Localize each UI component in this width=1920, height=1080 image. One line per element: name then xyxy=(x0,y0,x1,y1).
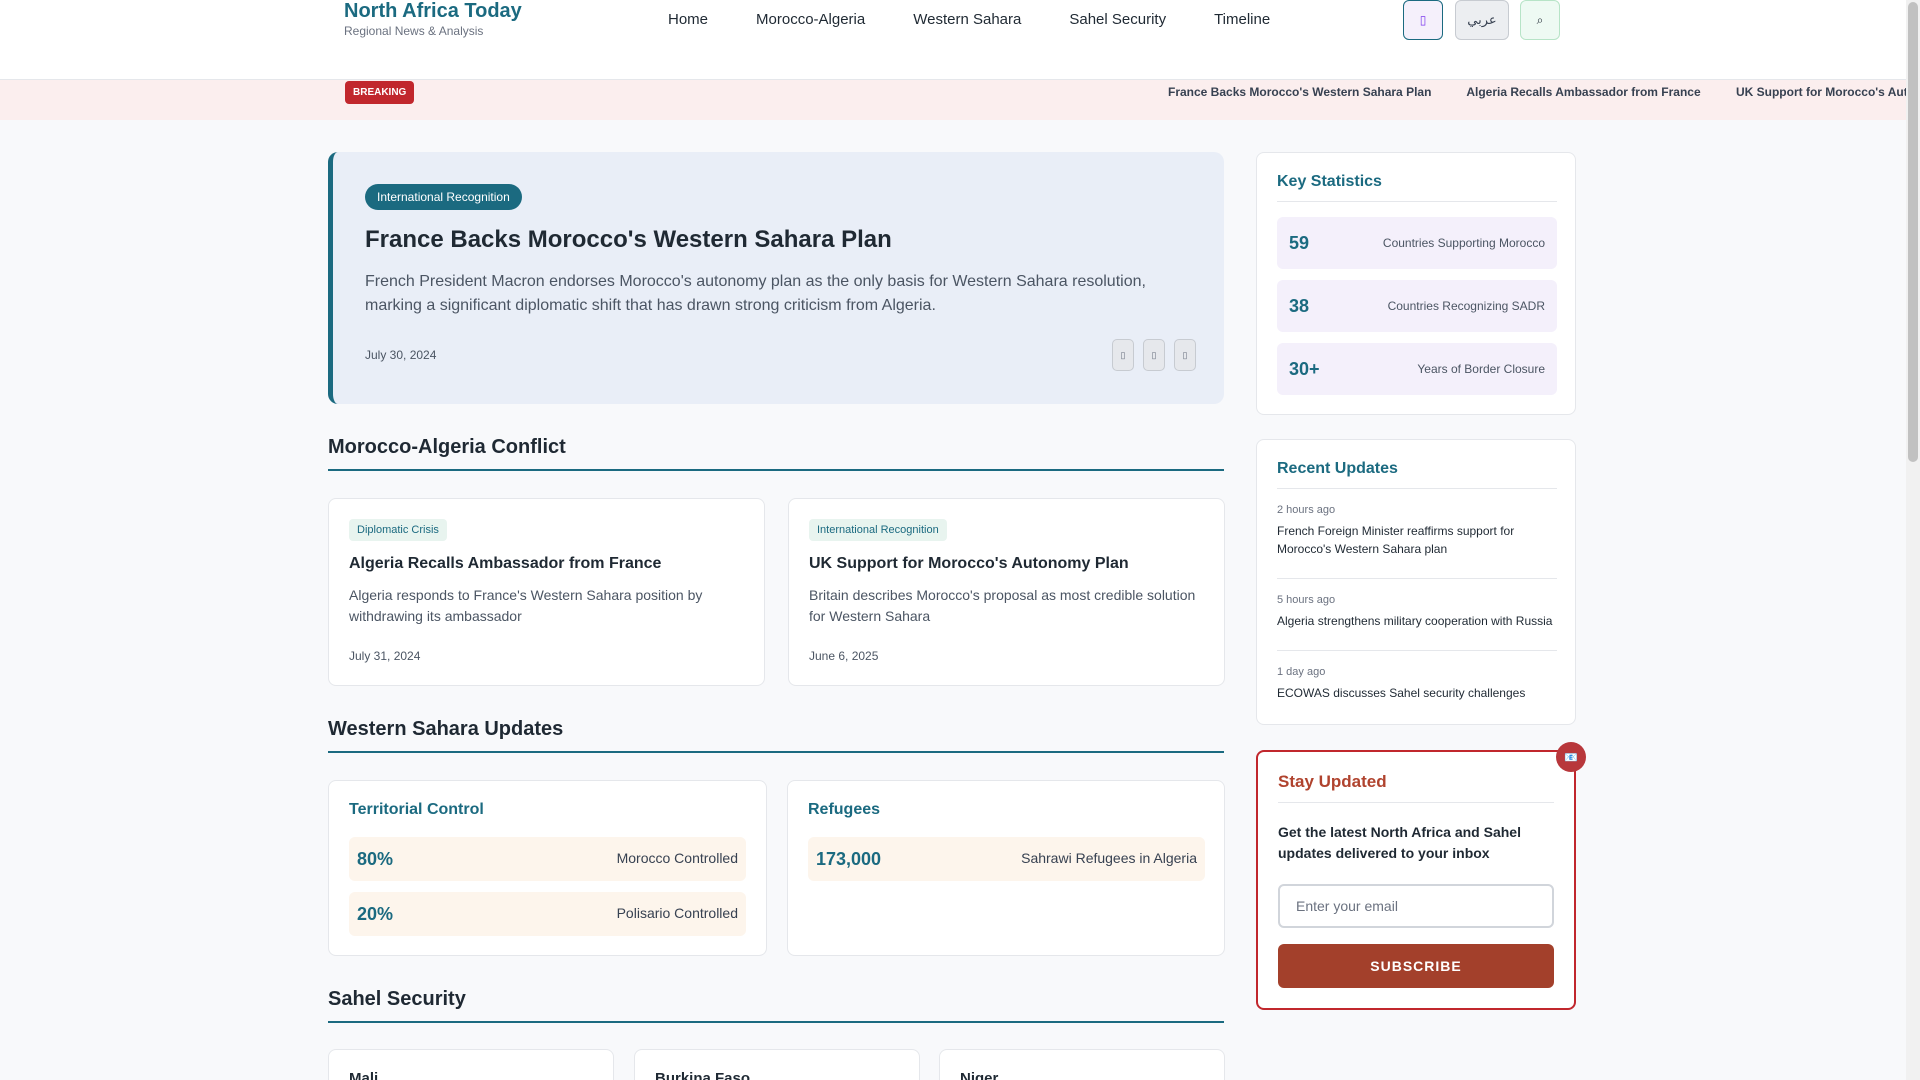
refugees-card: Refugees 173,000 Sahrawi Refugees in Alg… xyxy=(787,780,1225,956)
article-description: Britain describes Morocco's proposal as … xyxy=(809,587,1196,624)
recent-updates-card: Recent Updates 2 hours ago French Foreig… xyxy=(1256,439,1576,725)
stat-value: 20% xyxy=(357,904,394,924)
update-item[interactable]: 1 day ago ECOWAS discusses Sahel securit… xyxy=(1277,666,1557,702)
country-title: Burkina Faso xyxy=(655,1070,751,1080)
stat-label: Countries Supporting Morocco xyxy=(1382,236,1545,250)
ticker-item[interactable]: Algeria Recalls Ambassador from France xyxy=(1466,85,1700,99)
territorial-control-title: Territorial Control xyxy=(349,801,484,818)
stat-row: 173,000 Sahrawi Refugees in Algeria xyxy=(808,837,1205,881)
article-title[interactable]: UK Support for Morocco's Autonomy Plan xyxy=(809,555,1129,573)
update-item[interactable]: 2 hours ago French Foreign Minister reaf… xyxy=(1277,504,1557,579)
twitter-icon: ▯ xyxy=(1151,349,1157,360)
ticker-item[interactable]: UK Support for Morocco's Autonomy Plan xyxy=(1736,85,1906,99)
update-text[interactable]: French Foreign Minister reaffirms suppor… xyxy=(1277,522,1557,558)
site-title[interactable]: North Africa Today xyxy=(344,0,522,22)
stat-label: Countries Recognizing SADR xyxy=(1387,299,1545,313)
key-statistics-card: Key Statistics 59 Countries Supporting M… xyxy=(1256,152,1576,415)
ticker-item[interactable]: France Backs Morocco's Western Sahara Pl… xyxy=(1168,85,1431,99)
stat-row: 20% Polisario Controlled xyxy=(349,892,746,936)
key-statistics-title: Key Statistics xyxy=(1277,173,1557,202)
key-stat: 30+ Years of Border Closure xyxy=(1277,343,1557,395)
site-header: North Africa Today Regional News & Analy… xyxy=(0,0,1906,80)
article-date: June 6, 2025 xyxy=(809,649,879,663)
newsletter-card: 📧 Stay Updated Get the latest North Afri… xyxy=(1256,742,1586,1010)
featured-date: July 30, 2024 xyxy=(365,348,437,362)
site-tagline: Regional News & Analysis xyxy=(344,24,484,38)
update-time: 2 hours ago xyxy=(1277,504,1336,516)
facebook-icon: ▯ xyxy=(1120,349,1126,360)
update-time: 5 hours ago xyxy=(1277,594,1336,606)
country-card-niger[interactable]: Niger xyxy=(939,1049,1225,1080)
featured-title[interactable]: France Backs Morocco's Western Sahara Pl… xyxy=(365,226,892,254)
update-text[interactable]: ECOWAS discusses Sahel security challeng… xyxy=(1277,684,1557,702)
country-card-mali[interactable]: Mali xyxy=(328,1049,614,1080)
section-title-sahel: Sahel Security xyxy=(328,988,1224,1023)
search-button[interactable]: ⌕ xyxy=(1520,0,1560,40)
country-title: Niger xyxy=(960,1070,999,1080)
country-card-burkina-faso[interactable]: Burkina Faso xyxy=(634,1049,920,1080)
breaking-news-bar: BREAKING France Backs Morocco's Western … xyxy=(0,80,1906,120)
newsletter-description: Get the latest North Africa and Sahel up… xyxy=(1278,824,1521,861)
stat-label: Sahrawi Refugees in Algeria xyxy=(1021,850,1197,866)
territorial-control-card: Territorial Control 80% Morocco Controll… xyxy=(328,780,767,956)
theme-icon: ▯ xyxy=(1419,13,1427,27)
share-facebook-button[interactable]: ▯ xyxy=(1112,339,1134,371)
stat-value: 59 xyxy=(1289,233,1310,253)
language-toggle-button[interactable]: عربي xyxy=(1455,0,1509,40)
stat-label: Morocco Controlled xyxy=(616,850,738,866)
search-icon: ⌕ xyxy=(1536,12,1544,27)
update-item[interactable]: 5 hours ago Algeria strengthens military… xyxy=(1277,594,1557,651)
nav-western-sahara[interactable]: Western Sahara xyxy=(913,12,1021,28)
stat-row: 80% Morocco Controlled xyxy=(349,837,746,881)
stat-value: 38 xyxy=(1289,296,1310,316)
featured-description: French President Macron endorses Morocco… xyxy=(365,273,1146,314)
featured-category-tag[interactable]: International Recognition xyxy=(365,184,522,210)
section-title-conflict: Morocco-Algeria Conflict xyxy=(328,436,1224,471)
country-title: Mali xyxy=(349,1070,379,1080)
stat-label: Polisario Controlled xyxy=(616,905,738,921)
article-card[interactable]: International Recognition UK Support for… xyxy=(788,498,1225,686)
article-card[interactable]: Diplomatic Crisis Algeria Recalls Ambass… xyxy=(328,498,765,686)
article-category-tag[interactable]: Diplomatic Crisis xyxy=(349,519,447,541)
share-twitter-button[interactable]: ▯ xyxy=(1143,339,1165,371)
update-time: 1 day ago xyxy=(1277,666,1326,678)
theme-toggle-button[interactable]: ▯ xyxy=(1403,0,1443,40)
nav-timeline[interactable]: Timeline xyxy=(1214,12,1270,28)
nav-sahel-security[interactable]: Sahel Security xyxy=(1069,12,1166,28)
email-icon: 📧 xyxy=(1556,742,1586,772)
news-ticker: France Backs Morocco's Western Sahara Pl… xyxy=(1168,85,1906,99)
article-title[interactable]: Algeria Recalls Ambassador from France xyxy=(349,555,661,573)
nav-home[interactable]: Home xyxy=(668,12,708,28)
subscribe-button[interactable]: SUBSCRIBE xyxy=(1278,944,1554,988)
main-nav: Home Morocco-Algeria Western Sahara Sahe… xyxy=(668,12,1318,28)
link-icon: ▯ xyxy=(1182,349,1188,360)
update-text[interactable]: Algeria strengthens military cooperation… xyxy=(1277,612,1557,630)
stat-value: 80% xyxy=(357,849,394,869)
key-stat: 38 Countries Recognizing SADR xyxy=(1277,280,1557,332)
stat-value: 173,000 xyxy=(816,849,882,869)
newsletter-title: Stay Updated xyxy=(1278,772,1554,803)
brand[interactable]: North Africa Today Regional News & Analy… xyxy=(344,0,522,38)
email-input[interactable] xyxy=(1278,884,1554,928)
scrollbar-thumb[interactable] xyxy=(1908,2,1918,462)
stat-label: Years of Border Closure xyxy=(1417,362,1545,376)
article-description: Algeria responds to France's Western Sah… xyxy=(349,587,703,624)
page-scrollbar[interactable] xyxy=(1906,0,1920,1080)
nav-morocco-algeria[interactable]: Morocco-Algeria xyxy=(756,12,865,28)
article-category-tag[interactable]: International Recognition xyxy=(809,519,947,541)
refugees-title: Refugees xyxy=(808,801,881,818)
recent-updates-title: Recent Updates xyxy=(1277,460,1557,489)
breaking-badge: BREAKING xyxy=(345,81,415,104)
section-title-western-sahara: Western Sahara Updates xyxy=(328,718,1224,753)
stat-value: 30+ xyxy=(1289,359,1320,379)
featured-article[interactable]: International Recognition France Backs M… xyxy=(328,152,1224,404)
article-date: July 31, 2024 xyxy=(349,649,421,663)
key-stat: 59 Countries Supporting Morocco xyxy=(1277,217,1557,269)
share-link-button[interactable]: ▯ xyxy=(1174,339,1196,371)
